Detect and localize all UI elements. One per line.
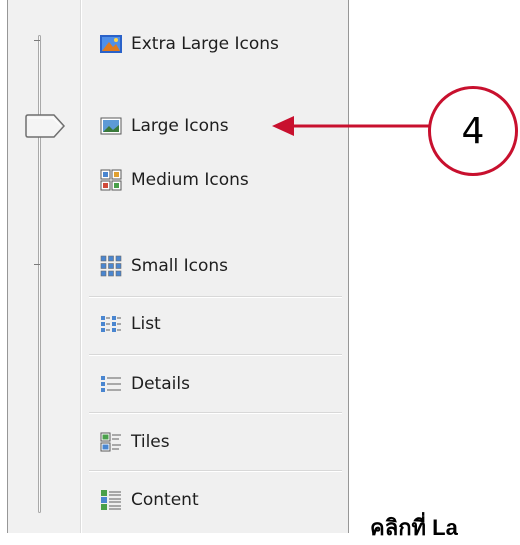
menu-item-tiles[interactable]: Tiles [81, 416, 348, 468]
menu-separator [89, 470, 342, 472]
menu-item-details[interactable]: Details [81, 358, 348, 410]
menu-item-label: List [131, 314, 161, 334]
menu-item-label: Tiles [131, 432, 170, 452]
slider-track[interactable] [38, 35, 41, 513]
menu-separator [89, 412, 342, 414]
menu-item-small-icons[interactable]: Small Icons [81, 240, 348, 292]
view-menu: Extra Large Icons Large Icons Medium Ico… [7, 0, 349, 533]
tiles-icon [100, 432, 121, 452]
step-number: 4 [461, 110, 485, 152]
instruction-caption: คลิกที่ La [370, 515, 458, 540]
list-icon [101, 316, 121, 332]
view-options-list: Extra Large Icons Large Icons Medium Ico… [81, 0, 348, 533]
menu-item-label: Details [131, 374, 190, 394]
menu-item-medium-icons[interactable]: Medium Icons [81, 154, 348, 206]
slider-tick [34, 40, 40, 41]
extra-large-icons-icon [100, 35, 122, 53]
content-icon [101, 490, 121, 510]
menu-item-label: Medium Icons [131, 170, 249, 190]
details-icon [101, 376, 121, 392]
menu-item-label: Large Icons [131, 116, 229, 136]
view-size-slider[interactable] [8, 0, 80, 533]
small-icons-icon [100, 255, 122, 277]
menu-item-label: Extra Large Icons [131, 34, 279, 54]
medium-icons-icon [100, 169, 122, 191]
menu-item-content[interactable]: Content [81, 474, 348, 526]
menu-item-list[interactable]: List [81, 298, 348, 350]
menu-item-label: Content [131, 490, 199, 510]
menu-item-extra-large-icons[interactable]: Extra Large Icons [81, 18, 348, 70]
slider-thumb[interactable] [24, 114, 66, 138]
large-icons-icon [100, 117, 122, 135]
step-number-callout: 4 [428, 86, 518, 176]
callout-arrow [272, 116, 430, 136]
menu-item-label: Small Icons [131, 256, 229, 276]
menu-separator [89, 354, 342, 356]
slider-tick [34, 264, 40, 265]
